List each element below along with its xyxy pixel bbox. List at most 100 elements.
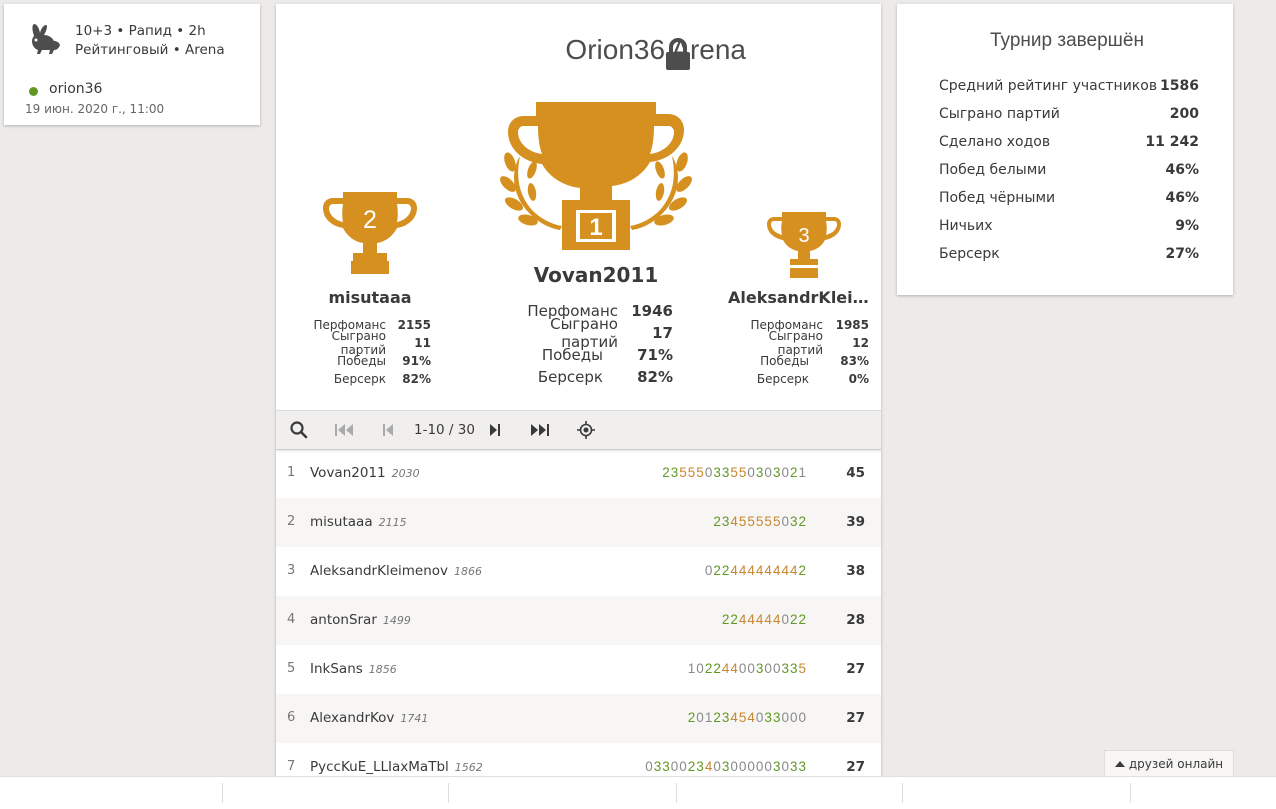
stat-row: Сделано ходов 11 242 xyxy=(939,134,1199,162)
stat-value: 12 xyxy=(852,336,869,350)
stat-label: Побед белыми xyxy=(939,162,1047,178)
prev-page-button[interactable] xyxy=(373,411,403,449)
standings-table: 1 Vovan2011 2030 23555033550303021 45 2 misuta… xyxy=(276,449,881,792)
rank-number: 6 xyxy=(287,710,296,725)
tournament-date: 19 июн. 2020 г., 11:00 xyxy=(25,102,165,116)
rank-number: 1 xyxy=(287,465,296,480)
score-sheet: 0330023403000003033 xyxy=(645,759,807,774)
player-username[interactable]: InkSans xyxy=(310,661,363,677)
score-sheet: 022444444442 xyxy=(704,563,807,578)
first-place-name[interactable]: Vovan2011 xyxy=(506,263,686,287)
stat-label: Победы xyxy=(541,346,603,364)
third-place-stats: Перфоманс 1985 Сыграно партий 12 Победы 83%… xyxy=(731,316,869,388)
stat-row: Берсерк 27% xyxy=(939,246,1199,274)
player-username[interactable]: AlexandrKov xyxy=(310,710,394,726)
player-rating: 1499 xyxy=(382,614,411,627)
stat-value: 1586 xyxy=(1160,78,1199,94)
score-sheet: 23455555032 xyxy=(713,514,807,529)
player-rating: 2115 xyxy=(378,516,407,529)
stat-row: Побед чёрными 46% xyxy=(939,190,1199,218)
stat-label: Берсерк xyxy=(333,372,386,386)
player-rating: 1866 xyxy=(454,565,483,578)
tournament-stats-list: Средний рейтинг участников 1586 Сыграно п… xyxy=(939,78,1199,274)
tournament-main-panel: Orion36 Arena 2 misutaaa Перфоманс 2155 С… xyxy=(276,4,881,808)
stat-row: Сыграно партий 200 xyxy=(939,106,1199,134)
stat-value: 91% xyxy=(402,354,431,368)
bottom-bar xyxy=(0,776,1276,809)
player-rating: 1856 xyxy=(368,663,397,676)
stat-value: 11 242 xyxy=(1145,134,1199,150)
stat-label: Берсерк xyxy=(939,246,1000,262)
prev-page-icon xyxy=(383,424,393,436)
player-username[interactable]: Vovan2011 xyxy=(310,465,386,481)
player-name[interactable]: InkSans 1856 xyxy=(310,661,397,677)
last-page-icon xyxy=(531,424,549,436)
third-place-trophy-icon: 3 xyxy=(767,212,841,278)
stat-label: Ничьих xyxy=(939,218,993,234)
first-place-number: 1 xyxy=(589,214,602,241)
rank-number: 7 xyxy=(287,759,296,774)
player-name[interactable]: misutaaa 2115 xyxy=(310,514,407,530)
rank-number: 5 xyxy=(287,661,296,676)
player-name[interactable]: Vovan2011 2030 xyxy=(310,465,420,481)
rank-number: 2 xyxy=(287,514,296,529)
stat-value: 71% xyxy=(637,346,673,364)
stat-label: Сделано ходов xyxy=(939,134,1051,150)
player-username[interactable]: antonSrar xyxy=(310,612,377,628)
player-name[interactable]: AleksandrKleimenov 1866 xyxy=(310,563,482,579)
table-row[interactable]: 1 Vovan2011 2030 23555033550303021 45 xyxy=(276,449,881,498)
stat-value: 46% xyxy=(1165,190,1199,206)
first-page-icon xyxy=(335,424,353,436)
stat-value: 46% xyxy=(1165,162,1199,178)
player-name[interactable]: AlexandrKov 1741 xyxy=(310,710,428,726)
total-score: 27 xyxy=(846,661,865,677)
creator-link[interactable]: orion36 xyxy=(49,81,102,97)
total-score: 27 xyxy=(846,759,865,775)
player-rating: 1562 xyxy=(454,761,483,774)
rank-number: 3 xyxy=(287,563,296,578)
first-place-stats: Перфоманс 1946 Сыграно партий 17 Победы 71%… xyxy=(506,300,673,388)
stat-label: Берсерк xyxy=(756,372,809,386)
player-username[interactable]: PyccKuE_LLIaxMaTbl xyxy=(310,759,449,775)
locate-me-button[interactable] xyxy=(571,411,601,449)
stat-value: 11 xyxy=(414,336,431,350)
stat-label: Сыграно партий xyxy=(768,329,823,357)
total-score: 38 xyxy=(846,563,865,579)
next-page-icon xyxy=(490,424,500,436)
stat-value: 9% xyxy=(1175,218,1199,234)
total-score: 39 xyxy=(846,514,865,530)
table-row[interactable]: 4 antonSrar 1499 2244444022 28 xyxy=(276,596,881,645)
tournament-clock-line: 10+3 • Рапид • 2h xyxy=(75,23,206,39)
stat-value: 1985 xyxy=(835,318,869,332)
player-username[interactable]: misutaaa xyxy=(310,514,373,530)
first-page-button[interactable] xyxy=(329,411,359,449)
page-indicator: 1-10 / 30 xyxy=(414,422,475,438)
friends-online-button[interactable]: друзей онлайн xyxy=(1104,750,1234,777)
stat-label: Сыграно партий xyxy=(939,106,1060,122)
player-username[interactable]: AleksandrKleimenov xyxy=(310,563,448,579)
stat-label: Победы xyxy=(760,354,809,368)
table-row[interactable]: 6 AlexandrKov 1741 20123454033000 27 xyxy=(276,694,881,743)
last-page-button[interactable] xyxy=(525,411,555,449)
player-name[interactable]: PyccKuE_LLIaxMaTbl 1562 xyxy=(310,759,483,775)
online-status-dot xyxy=(29,87,38,96)
stat-value: 200 xyxy=(1169,106,1199,122)
rank-number: 4 xyxy=(287,612,296,627)
stat-row: Побед белыми 46% xyxy=(939,162,1199,190)
table-row[interactable]: 2 misutaaa 2115 23455555032 39 xyxy=(276,498,881,547)
next-page-button[interactable] xyxy=(480,411,510,449)
search-button[interactable] xyxy=(284,411,314,449)
third-place-number: 3 xyxy=(798,225,809,247)
second-place-stats: Перфоманс 2155 Сыграно партий 11 Победы 91%… xyxy=(294,316,431,388)
stat-value: 27% xyxy=(1165,246,1199,262)
first-place-trophy-icon: 1 xyxy=(500,102,692,250)
second-place-name[interactable]: misutaaa xyxy=(296,288,444,307)
table-row[interactable]: 5 InkSans 1856 10224400300335 27 xyxy=(276,645,881,694)
player-name[interactable]: antonSrar 1499 xyxy=(310,612,411,628)
player-rating: 2030 xyxy=(391,467,420,480)
table-row[interactable]: 3 AleksandrKleimenov 1866 022444444442 38 xyxy=(276,547,881,596)
third-place-name[interactable]: AleksandrKleimenov xyxy=(728,288,874,307)
score-sheet: 2244444022 xyxy=(721,612,807,627)
stat-label: Победы xyxy=(337,354,386,368)
stat-label: Сыграно партий xyxy=(331,329,386,357)
